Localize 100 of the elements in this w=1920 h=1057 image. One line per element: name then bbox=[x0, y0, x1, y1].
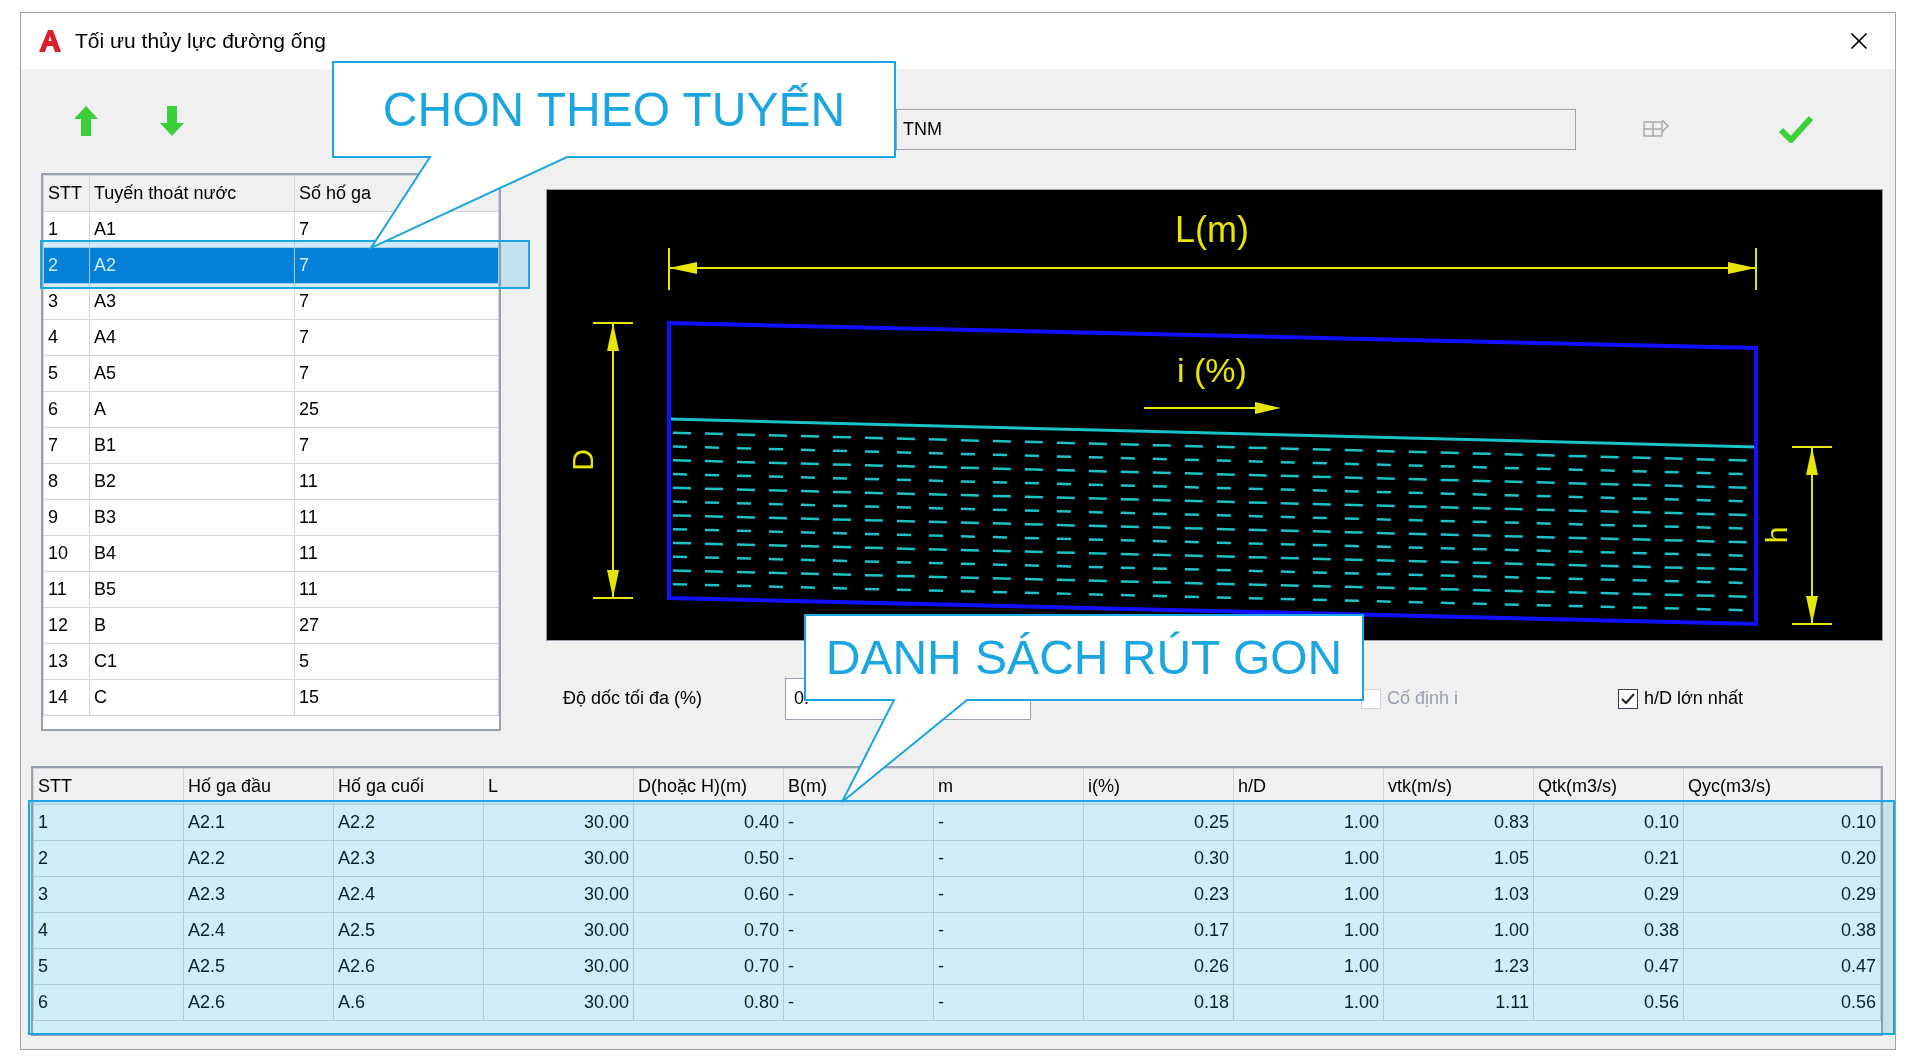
route-row[interactable]: 5 A5 7 bbox=[43, 355, 499, 392]
table-cell: - bbox=[783, 912, 934, 949]
table-cell: 30.00 bbox=[483, 948, 634, 985]
route-name-field[interactable]: TNM bbox=[896, 108, 1576, 150]
table-cell: 0.29 bbox=[1683, 876, 1881, 913]
route-row[interactable]: 6 A 25 bbox=[43, 391, 499, 428]
table-cell: - bbox=[933, 840, 1084, 877]
table-cell: 6 bbox=[33, 984, 184, 1021]
diameter-label: D bbox=[566, 449, 599, 471]
table-cell: 0.60 bbox=[633, 876, 784, 913]
window-title: Tối ưu thủy lực đường ống bbox=[75, 28, 326, 55]
table-cell: A2.6 bbox=[333, 948, 484, 985]
table-cell: 11 bbox=[294, 463, 499, 500]
table-cell: B5 bbox=[89, 571, 295, 608]
table-cell: 0.23 bbox=[1083, 876, 1234, 913]
table-cell: A2.4 bbox=[333, 876, 484, 913]
checkbox[interactable] bbox=[1618, 688, 1639, 709]
table-cell: 3 bbox=[33, 876, 184, 913]
table-cell: 30.00 bbox=[483, 876, 634, 913]
table-cell: 12 bbox=[43, 607, 90, 644]
column-header[interactable]: Qyc(m3/s) bbox=[1683, 768, 1881, 805]
checkmark-icon bbox=[1779, 115, 1813, 143]
table-cell: 0.20 bbox=[1683, 840, 1881, 877]
checkbox-label: Cố định i bbox=[1387, 687, 1459, 710]
route-row[interactable]: 4 A4 7 bbox=[43, 319, 499, 356]
column-header[interactable]: m bbox=[933, 768, 1084, 805]
table-cell: 5 bbox=[43, 355, 90, 392]
route-row[interactable]: 7 B1 7 bbox=[43, 427, 499, 464]
column-header[interactable]: h/D bbox=[1233, 768, 1384, 805]
table-cell: 9 bbox=[43, 499, 90, 536]
table-cell: 0.38 bbox=[1683, 912, 1881, 949]
table-cell: 30.00 bbox=[483, 912, 634, 949]
max-slope-label: Độ dốc tối đa (%) bbox=[563, 687, 704, 710]
table-cell: 8 bbox=[43, 463, 90, 500]
table-cell: 0.17 bbox=[1083, 912, 1234, 949]
table-cell: 1 bbox=[33, 804, 184, 841]
length-label: L(m) bbox=[1175, 209, 1249, 250]
column-header[interactable]: STT bbox=[33, 768, 184, 805]
table-cell: 0.10 bbox=[1683, 804, 1881, 841]
table-cell: 0.70 bbox=[633, 912, 784, 949]
callout-text: CHON THEO TUYẾN bbox=[381, 81, 847, 138]
table-cell: 0.56 bbox=[1533, 984, 1684, 1021]
table-cell: 11 bbox=[294, 571, 499, 608]
table-cell: 7 bbox=[294, 355, 499, 392]
table-cell: 15 bbox=[294, 679, 499, 716]
table-cell: C bbox=[89, 679, 295, 716]
table-cell: 0.70 bbox=[633, 948, 784, 985]
route-row[interactable]: 3 A3 7 bbox=[43, 283, 499, 320]
table-cell: A2.3 bbox=[183, 876, 334, 913]
table-cell: 0.47 bbox=[1533, 948, 1684, 985]
table-cell: 1.00 bbox=[1233, 948, 1384, 985]
route-row[interactable]: 14 C 15 bbox=[43, 679, 499, 716]
table-cell: 0.40 bbox=[633, 804, 784, 841]
table-cell: 7 bbox=[294, 247, 499, 284]
table-cell: - bbox=[933, 984, 1084, 1021]
table-cell: 7 bbox=[294, 319, 499, 356]
column-header[interactable]: i(%) bbox=[1083, 768, 1234, 805]
table-cell: 0.50 bbox=[633, 840, 784, 877]
table-cell: B2 bbox=[89, 463, 295, 500]
column-header[interactable]: Hố ga cuối bbox=[333, 768, 484, 805]
table-cell: 30.00 bbox=[483, 804, 634, 841]
route-row[interactable]: 8 B2 11 bbox=[43, 463, 499, 500]
table-cell: A1 bbox=[89, 211, 295, 248]
table-cell: 7 bbox=[43, 427, 90, 464]
table-cell: 4 bbox=[33, 912, 184, 949]
table-cell: 1.00 bbox=[1233, 840, 1384, 877]
column-header[interactable]: D(hoặc H)(m) bbox=[633, 768, 784, 805]
table-cell: - bbox=[783, 876, 934, 913]
column-header[interactable]: Hố ga đầu bbox=[183, 768, 334, 805]
table-cell: 0.21 bbox=[1533, 840, 1684, 877]
table-cell: C1 bbox=[89, 643, 295, 680]
up-arrow-icon bbox=[73, 105, 99, 137]
table-cell: - bbox=[783, 948, 934, 985]
route-row[interactable]: 11 B5 11 bbox=[43, 571, 499, 608]
table-cell: 7 bbox=[294, 427, 499, 464]
table-cell: A2.2 bbox=[333, 804, 484, 841]
route-row[interactable]: 9 B3 11 bbox=[43, 499, 499, 536]
table-cell: 2 bbox=[43, 247, 90, 284]
table-cell: A2.1 bbox=[183, 804, 334, 841]
table-cell: 25 bbox=[294, 391, 499, 428]
route-row[interactable]: 13 C1 5 bbox=[43, 643, 499, 680]
table-cell: B4 bbox=[89, 535, 295, 572]
table-cell: 11 bbox=[294, 535, 499, 572]
table-cell: 1.00 bbox=[1233, 984, 1384, 1021]
column-header[interactable]: Qtk(m3/s) bbox=[1533, 768, 1684, 805]
column-header[interactable]: STT bbox=[43, 175, 90, 212]
column-header[interactable]: Tuyến thoát nước bbox=[89, 175, 295, 212]
table-cell: 0.56 bbox=[1683, 984, 1881, 1021]
table-cell: 0.38 bbox=[1533, 912, 1684, 949]
table-cell: A bbox=[89, 391, 295, 428]
table-cell: 13 bbox=[43, 643, 90, 680]
route-row[interactable]: 12 B 27 bbox=[43, 607, 499, 644]
route-row[interactable]: 10 B4 11 bbox=[43, 535, 499, 572]
column-header[interactable]: L bbox=[483, 768, 634, 805]
table-cell: A.6 bbox=[333, 984, 484, 1021]
table-cell: 30.00 bbox=[483, 840, 634, 877]
slope-label: i (%) bbox=[1177, 351, 1247, 389]
column-header[interactable]: vtk(m/s) bbox=[1383, 768, 1534, 805]
table-cell: 1.03 bbox=[1383, 876, 1534, 913]
table-cell: 1.00 bbox=[1233, 804, 1384, 841]
